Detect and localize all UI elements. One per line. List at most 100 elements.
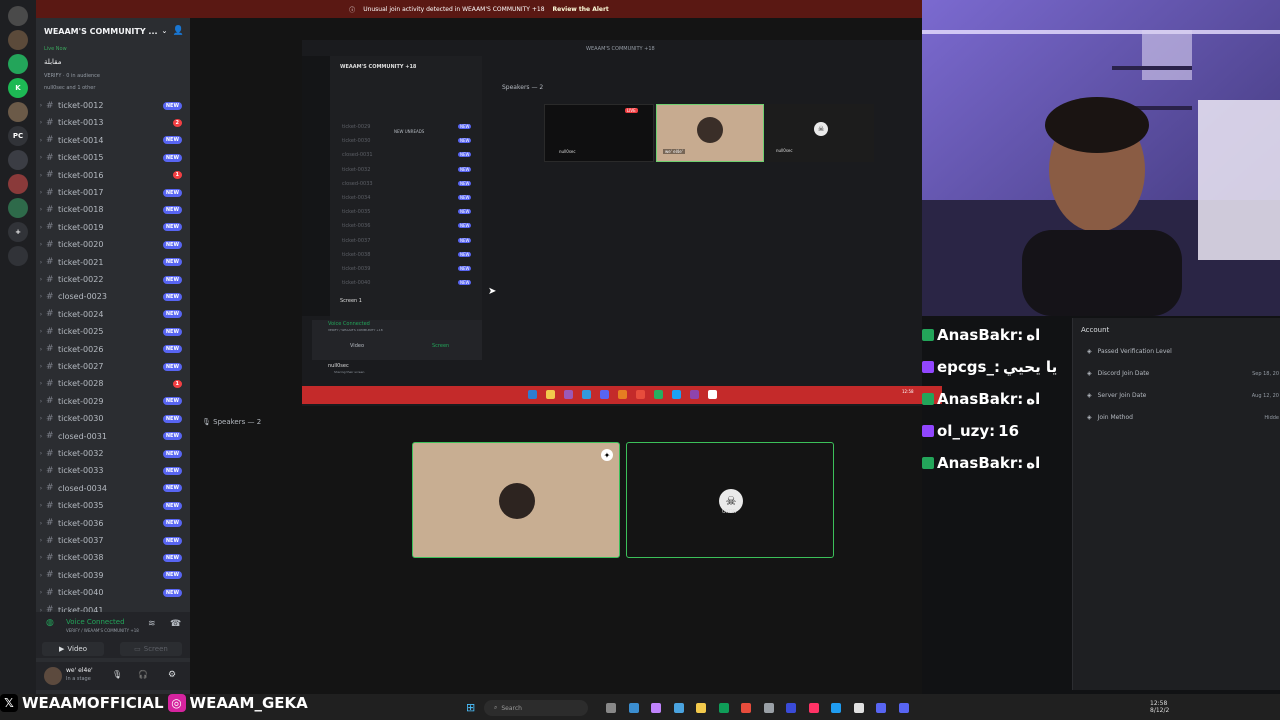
server-icon[interactable]	[8, 198, 28, 218]
chevron-right-icon[interactable]: ›	[36, 450, 46, 457]
channel-item[interactable]: › # ticket-0018 NEW	[36, 201, 190, 218]
taskbar-app-icon[interactable]	[741, 703, 751, 713]
channel-item[interactable]: › # ticket-0032 NEW	[36, 445, 190, 462]
chevron-right-icon[interactable]: ›	[36, 363, 46, 370]
stage-title[interactable]: مقابلة	[44, 58, 61, 66]
chevron-right-icon[interactable]: ›	[36, 311, 46, 318]
taskbar-app-icon[interactable]	[786, 703, 796, 713]
chevron-right-icon[interactable]: ›	[36, 572, 46, 579]
chevron-right-icon[interactable]: ›	[36, 189, 46, 196]
review-alert-button[interactable]: Review the Alert	[553, 6, 609, 13]
channel-item[interactable]: › # ticket-0015 NEW	[36, 149, 190, 166]
taskbar-search[interactable]: ⌕ Search	[484, 700, 588, 716]
taskbar-app-icon[interactable]	[718, 703, 729, 713]
taskbar-app-icon[interactable]	[696, 703, 706, 713]
noise-suppression-icon[interactable]: ≋	[148, 619, 156, 629]
taskbar-app-icon[interactable]	[606, 703, 616, 713]
chevron-right-icon[interactable]: ›	[36, 206, 46, 213]
chevron-right-icon[interactable]: ›	[36, 102, 46, 109]
taskbar-app-icon[interactable]	[628, 703, 639, 713]
chevron-right-icon[interactable]: ›	[36, 172, 46, 179]
channel-item[interactable]: › # ticket-0012 NEW	[36, 97, 190, 114]
taskbar-app-icon[interactable]	[763, 703, 774, 713]
channel-item[interactable]: › # ticket-0024 NEW	[36, 306, 190, 323]
channel-item[interactable]: › # ticket-0038 NEW	[36, 549, 190, 566]
server-icon[interactable]	[8, 102, 28, 122]
add-member-icon[interactable]: 👤	[173, 26, 184, 36]
signal-icon[interactable]: ◍	[46, 618, 54, 628]
server-icon[interactable]	[8, 150, 28, 170]
channel-item[interactable]: › # ticket-0020 NEW	[36, 236, 190, 253]
server-icon[interactable]: PC	[8, 126, 28, 146]
channel-item[interactable]: › # ticket-0027 NEW	[36, 358, 190, 375]
channel-item[interactable]: › # closed-0023 NEW	[36, 288, 190, 305]
taskbar-app-icon[interactable]	[898, 703, 909, 713]
server-icon[interactable]	[8, 54, 28, 74]
chevron-right-icon[interactable]: ›	[36, 554, 46, 561]
chevron-right-icon[interactable]: ›	[36, 502, 46, 509]
video-button[interactable]: ▶ Video	[42, 642, 104, 656]
mic-icon[interactable]: 🎙	[112, 670, 122, 679]
channel-item[interactable]: › # ticket-0016 1	[36, 167, 190, 184]
chevron-right-icon[interactable]: ›	[36, 328, 46, 335]
gear-icon[interactable]: ⚙	[168, 670, 176, 680]
chevron-right-icon[interactable]: ›	[36, 346, 46, 353]
chevron-right-icon[interactable]: ›	[36, 433, 46, 440]
channel-item[interactable]: › # ticket-0013 2	[36, 114, 190, 131]
channel-item[interactable]: › # ticket-0025 NEW	[36, 323, 190, 340]
chevron-right-icon[interactable]: ›	[36, 485, 46, 492]
channel-item[interactable]: › # closed-0031 NEW	[36, 428, 190, 445]
chevron-right-icon[interactable]: ›	[36, 224, 46, 231]
chevron-right-icon[interactable]: ›	[36, 415, 46, 422]
chevron-right-icon[interactable]: ›	[36, 137, 46, 144]
chevron-right-icon[interactable]: ›	[36, 276, 46, 283]
channel-item[interactable]: › # ticket-0026 NEW	[36, 341, 190, 358]
server-header[interactable]: WEAAM'S COMMUNITY ... ⌄ 👤	[36, 20, 190, 42]
channel-item[interactable]: › # ticket-0030 NEW	[36, 410, 190, 427]
channel-item[interactable]: › # ticket-0022 NEW	[36, 271, 190, 288]
channel-item[interactable]: › # ticket-0040 NEW	[36, 584, 190, 601]
disconnect-icon[interactable]: ☎	[170, 619, 181, 629]
windows-start-icon[interactable]: ⊞	[466, 701, 475, 714]
taskbar-app-icon[interactable]	[673, 703, 684, 713]
server-icon[interactable]	[8, 174, 28, 194]
headphones-icon[interactable]: 🎧	[138, 670, 148, 679]
chevron-right-icon[interactable]: ›	[36, 241, 46, 248]
chevron-right-icon[interactable]: ›	[36, 154, 46, 161]
chevron-right-icon[interactable]: ›	[36, 293, 46, 300]
chevron-right-icon[interactable]: ›	[36, 380, 46, 387]
chevron-right-icon[interactable]: ›	[36, 119, 46, 126]
chevron-right-icon[interactable]: ›	[36, 589, 46, 596]
server-icon[interactable]: K	[8, 78, 28, 98]
channel-item[interactable]: › # ticket-0017 NEW	[36, 184, 190, 201]
server-icon[interactable]	[8, 6, 28, 26]
avatar[interactable]	[44, 667, 62, 685]
channel-item[interactable]: › # ticket-0036 NEW	[36, 515, 190, 532]
speaker-tile-null[interactable]: ☠ UXOR	[626, 442, 834, 558]
chevron-right-icon[interactable]: ›	[36, 520, 46, 527]
channel-item[interactable]: › # ticket-0033 NEW	[36, 462, 190, 479]
chevron-right-icon[interactable]: ›	[36, 398, 46, 405]
taskbar-app-icon[interactable]	[808, 703, 819, 713]
channel-item[interactable]: › # ticket-0029 NEW	[36, 393, 190, 410]
taskbar-app-icon[interactable]	[831, 703, 841, 713]
chevron-right-icon[interactable]: ›	[36, 259, 46, 266]
speaker-tile-cam[interactable]: ✦	[412, 442, 620, 558]
channel-item[interactable]: › # ticket-0037 NEW	[36, 532, 190, 549]
voice-channel[interactable]: VERIFY / WEAAM'S COMMUNITY +18	[66, 628, 139, 633]
pin-icon[interactable]: ✦	[601, 449, 613, 461]
channel-item[interactable]: › # ticket-0019 NEW	[36, 219, 190, 236]
channel-item[interactable]: › # ticket-0039 NEW	[36, 567, 190, 584]
server-icon[interactable]	[8, 246, 28, 266]
channel-item[interactable]: › # ticket-0021 NEW	[36, 254, 190, 271]
taskbar-app-icon[interactable]	[651, 703, 661, 713]
channel-item[interactable]: › # ticket-0014 NEW	[36, 132, 190, 149]
channel-item[interactable]: › # closed-0034 NEW	[36, 480, 190, 497]
chevron-right-icon[interactable]: ›	[36, 537, 46, 544]
taskbar-app-icon[interactable]	[853, 703, 864, 713]
channel-item[interactable]: › # ticket-0028 1	[36, 375, 190, 392]
screen-share-button[interactable]: ▭ Screen	[120, 642, 182, 656]
taskbar-app-icon[interactable]	[876, 703, 886, 713]
chevron-right-icon[interactable]: ›	[36, 467, 46, 474]
server-icon[interactable]	[8, 30, 28, 50]
